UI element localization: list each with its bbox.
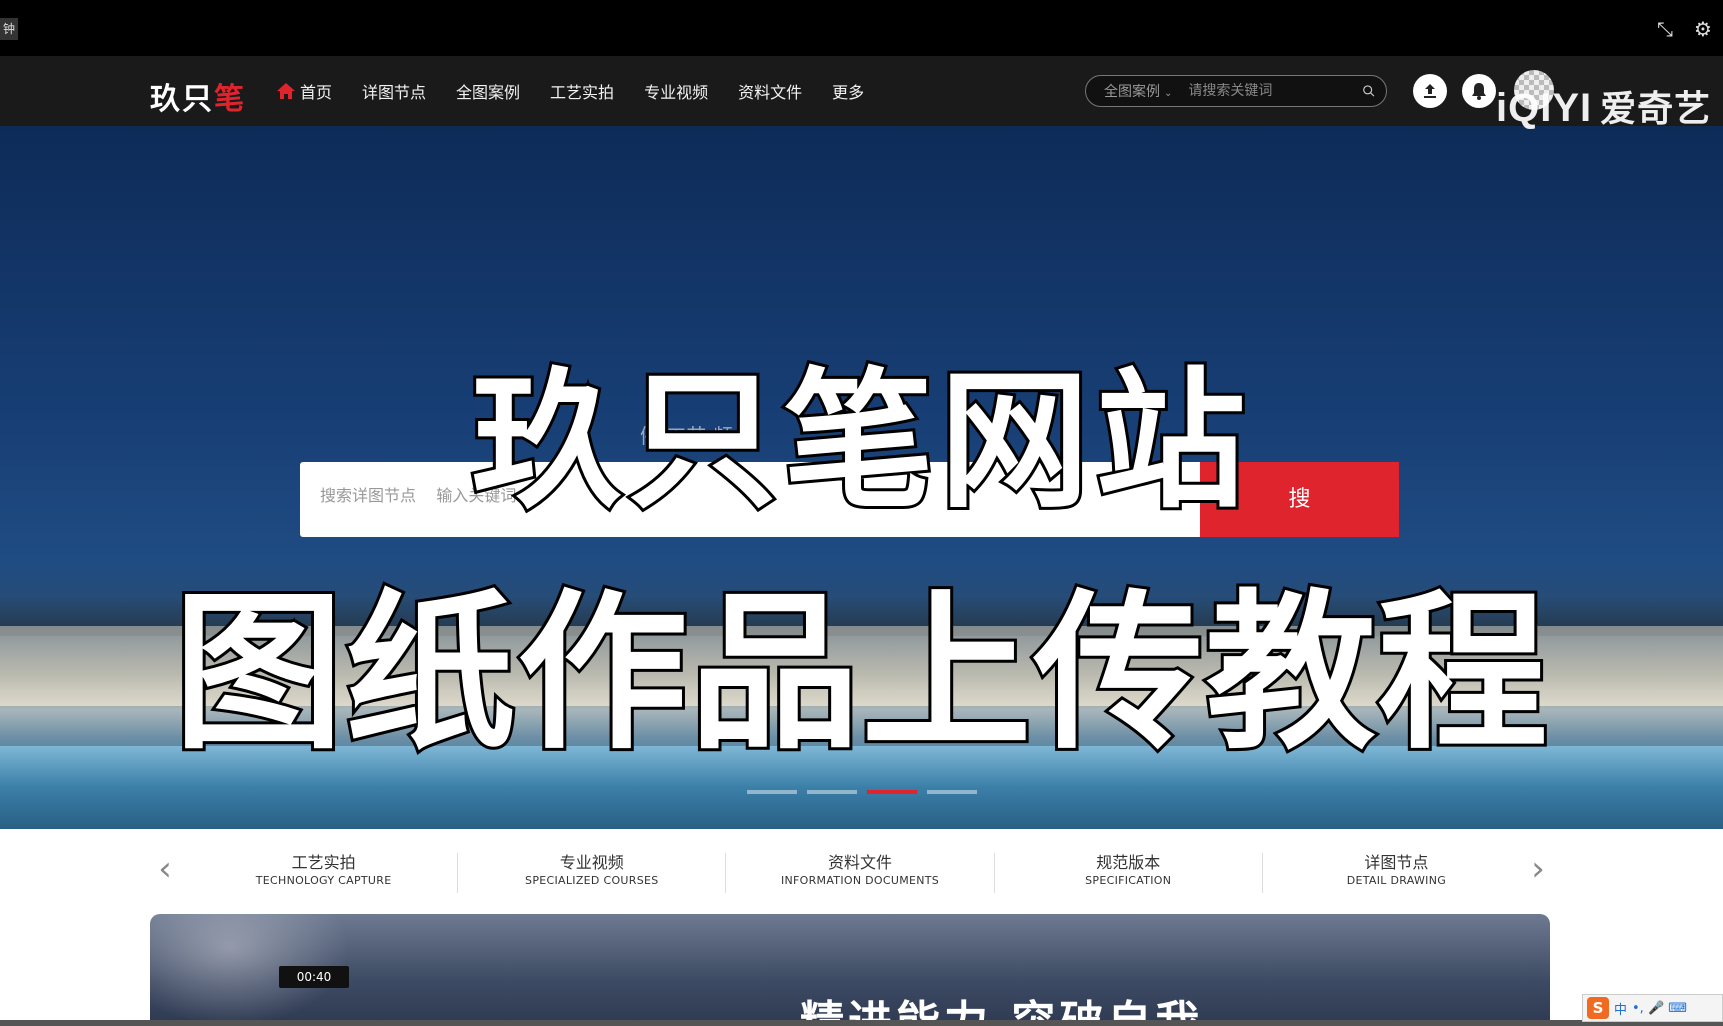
site-header: 玖只笔 首页 详图节点 全图案例 工艺实拍 专业视频 资料文件 更多 全图案例 ⌄ (0, 56, 1723, 126)
category-cn: 资料文件 (828, 853, 893, 872)
upload-icon (1424, 84, 1436, 98)
category-en: TECHNOLOGY CAPTURE (255, 874, 392, 887)
nav-label: 资料文件 (738, 83, 803, 102)
category-en: SPECIALIZED COURSES (525, 874, 659, 887)
nav-label: 更多 (832, 83, 865, 102)
iqiyi-brand: iQIYI (1496, 86, 1593, 130)
bell-icon (1472, 83, 1486, 100)
upload-button[interactable] (1413, 74, 1447, 108)
category-item[interactable]: 资料文件 INFORMATION DOCUMENTS (726, 853, 995, 893)
nav-label: 专业视频 (644, 83, 709, 102)
ime-tools[interactable]: •, 🎤 ⌨ (1632, 1001, 1687, 1016)
video-section: 00:40 精进能力 突破自我 (0, 914, 1723, 1026)
nav-item-detail[interactable]: 详图节点 (362, 79, 426, 103)
category-cn: 规范版本 (1096, 853, 1161, 872)
logo-main: 玖只 (150, 82, 214, 117)
collapse-icon[interactable]: ⤡ (1652, 16, 1678, 42)
category-strip: ‹ 工艺实拍 TECHNOLOGY CAPTURE 专业视频 SPECIALIZ… (0, 829, 1723, 914)
player-top-bar: 钟 ⤡ ⚙ (0, 0, 1723, 56)
overlay-title-line1: 玖只笔网站 (468, 352, 1252, 532)
category-en: SPECIFICATION (1085, 874, 1172, 887)
category-en: DETAIL DRAWING (1346, 874, 1447, 887)
chevron-right-icon[interactable]: › (1523, 849, 1553, 889)
iqiyi-watermark: iQIYI 爱奇艺 (1496, 80, 1711, 132)
carousel-dot-active[interactable] (866, 790, 917, 794)
video-time-badge: 00:40 (279, 966, 349, 988)
category-item[interactable]: 专业视频 SPECIALIZED COURSES (458, 853, 727, 893)
carousel-dot[interactable] (926, 790, 977, 794)
player-progress-bar[interactable] (0, 1020, 1723, 1026)
chevron-down-icon: ⌄ (1164, 88, 1173, 99)
nav-label: 工艺实拍 (550, 83, 615, 102)
category-cn: 专业视频 (559, 853, 624, 872)
nav-label: 详图节点 (362, 83, 427, 102)
home-icon (277, 83, 295, 99)
carousel-dots (0, 790, 1723, 794)
category-list: 工艺实拍 TECHNOLOGY CAPTURE 专业视频 SPECIALIZED… (190, 853, 1530, 893)
settings-icon[interactable]: ⚙ (1690, 16, 1716, 42)
nav-item-more[interactable]: 更多 (832, 79, 864, 103)
category-item[interactable]: 详图节点 DETAIL DRAWING (1263, 853, 1530, 893)
search-scope-label: 全图案例 (1104, 84, 1160, 100)
overlay-title-line2: 图纸作品上传教程 (170, 572, 1550, 776)
site-logo[interactable]: 玖只笔 (150, 74, 246, 118)
iqiyi-brand-cn: 爱奇艺 (1600, 89, 1712, 130)
category-item[interactable]: 规范版本 SPECIFICATION (995, 853, 1263, 893)
search-scope-select[interactable]: 全图案例 ⌄ (1104, 81, 1172, 101)
nav-item-files[interactable]: 资料文件 (738, 79, 802, 103)
header-search: 全图案例 ⌄ (1085, 75, 1387, 107)
search-icon[interactable] (1362, 79, 1376, 103)
notification-button[interactable] (1462, 74, 1496, 108)
ime-toolbar: S 中 •, 🎤 ⌨ (1582, 994, 1723, 1022)
carousel-dot[interactable] (746, 790, 797, 794)
ime-logo-icon[interactable]: S (1587, 997, 1609, 1019)
chevron-left-icon[interactable]: ‹ (150, 849, 180, 889)
nav-item-video[interactable]: 专业视频 (644, 79, 708, 103)
logo-accent: 笔 (214, 82, 246, 117)
nav-label: 全图案例 (456, 83, 521, 102)
ime-lang-toggle[interactable]: 中 (1614, 999, 1627, 1018)
video-card[interactable]: 00:40 精进能力 突破自我 (150, 914, 1550, 1026)
nav-item-cases[interactable]: 全图案例 (456, 79, 520, 103)
category-en: INFORMATION DOCUMENTS (780, 874, 940, 887)
category-cn: 工艺实拍 (291, 853, 356, 872)
nav-item-craft[interactable]: 工艺实拍 (550, 79, 614, 103)
nav-label: 首页 (300, 83, 333, 102)
search-input[interactable] (1188, 83, 1363, 99)
nav-item-home[interactable]: 首页 (276, 79, 332, 103)
carousel-dot[interactable] (806, 790, 857, 794)
category-item[interactable]: 工艺实拍 TECHNOLOGY CAPTURE (190, 853, 459, 893)
corner-tag: 钟 (0, 18, 18, 40)
category-cn: 详图节点 (1364, 853, 1429, 872)
main-nav: 首页 详图节点 全图案例 工艺实拍 专业视频 资料文件 更多 (276, 56, 894, 126)
